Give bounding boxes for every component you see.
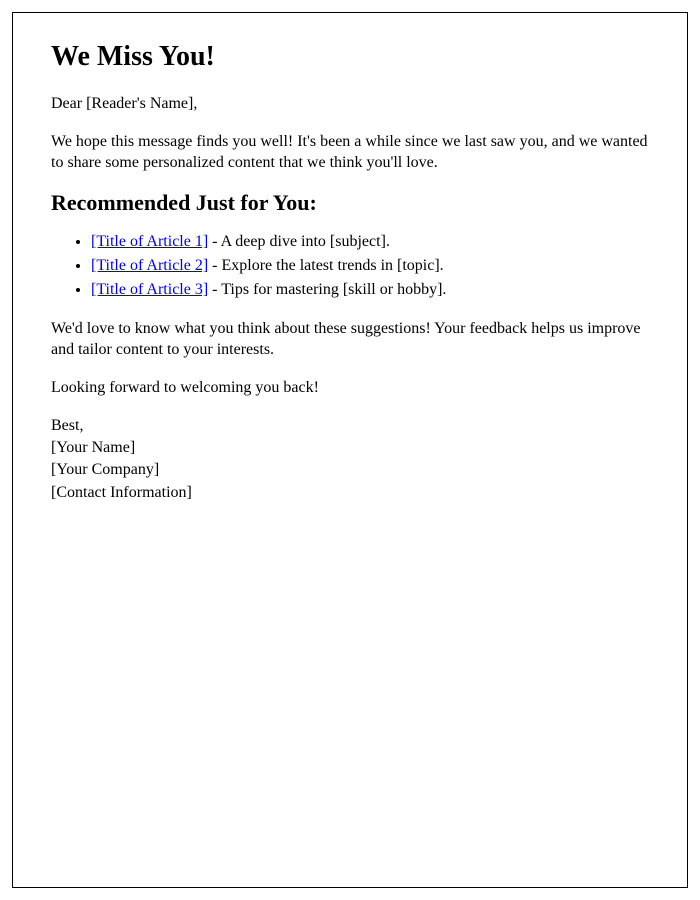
main-heading: We Miss You! <box>51 41 649 73</box>
document-page: We Miss You! Dear [Reader's Name], We ho… <box>12 12 688 888</box>
greeting-text: Dear [Reader's Name], <box>51 93 649 115</box>
signature-contact: [Contact Information] <box>51 482 649 504</box>
article-link[interactable]: [Title of Article 3] <box>91 281 208 298</box>
article-description: - Explore the latest trends in [topic]. <box>208 257 443 274</box>
signature-name: [Your Name] <box>51 437 649 459</box>
list-item: [Title of Article 1] - A deep dive into … <box>91 230 649 254</box>
article-link[interactable]: [Title of Article 2] <box>91 257 208 274</box>
recommendations-heading: Recommended Just for You: <box>51 190 649 216</box>
intro-paragraph: We hope this message finds you well! It'… <box>51 131 649 174</box>
feedback-paragraph: We'd love to know what you think about t… <box>51 318 649 361</box>
signature-block: Best, [Your Name] [Your Company] [Contac… <box>51 415 649 505</box>
list-item: [Title of Article 3] - Tips for masterin… <box>91 278 649 302</box>
article-description: - A deep dive into [subject]. <box>208 233 390 250</box>
article-link[interactable]: [Title of Article 1] <box>91 233 208 250</box>
closing-paragraph: Looking forward to welcoming you back! <box>51 377 649 399</box>
list-item: [Title of Article 2] - Explore the lates… <box>91 254 649 278</box>
article-list: [Title of Article 1] - A deep dive into … <box>91 230 649 302</box>
article-description: - Tips for mastering [skill or hobby]. <box>208 281 446 298</box>
signature-company: [Your Company] <box>51 459 649 481</box>
signature-signoff: Best, <box>51 415 649 437</box>
